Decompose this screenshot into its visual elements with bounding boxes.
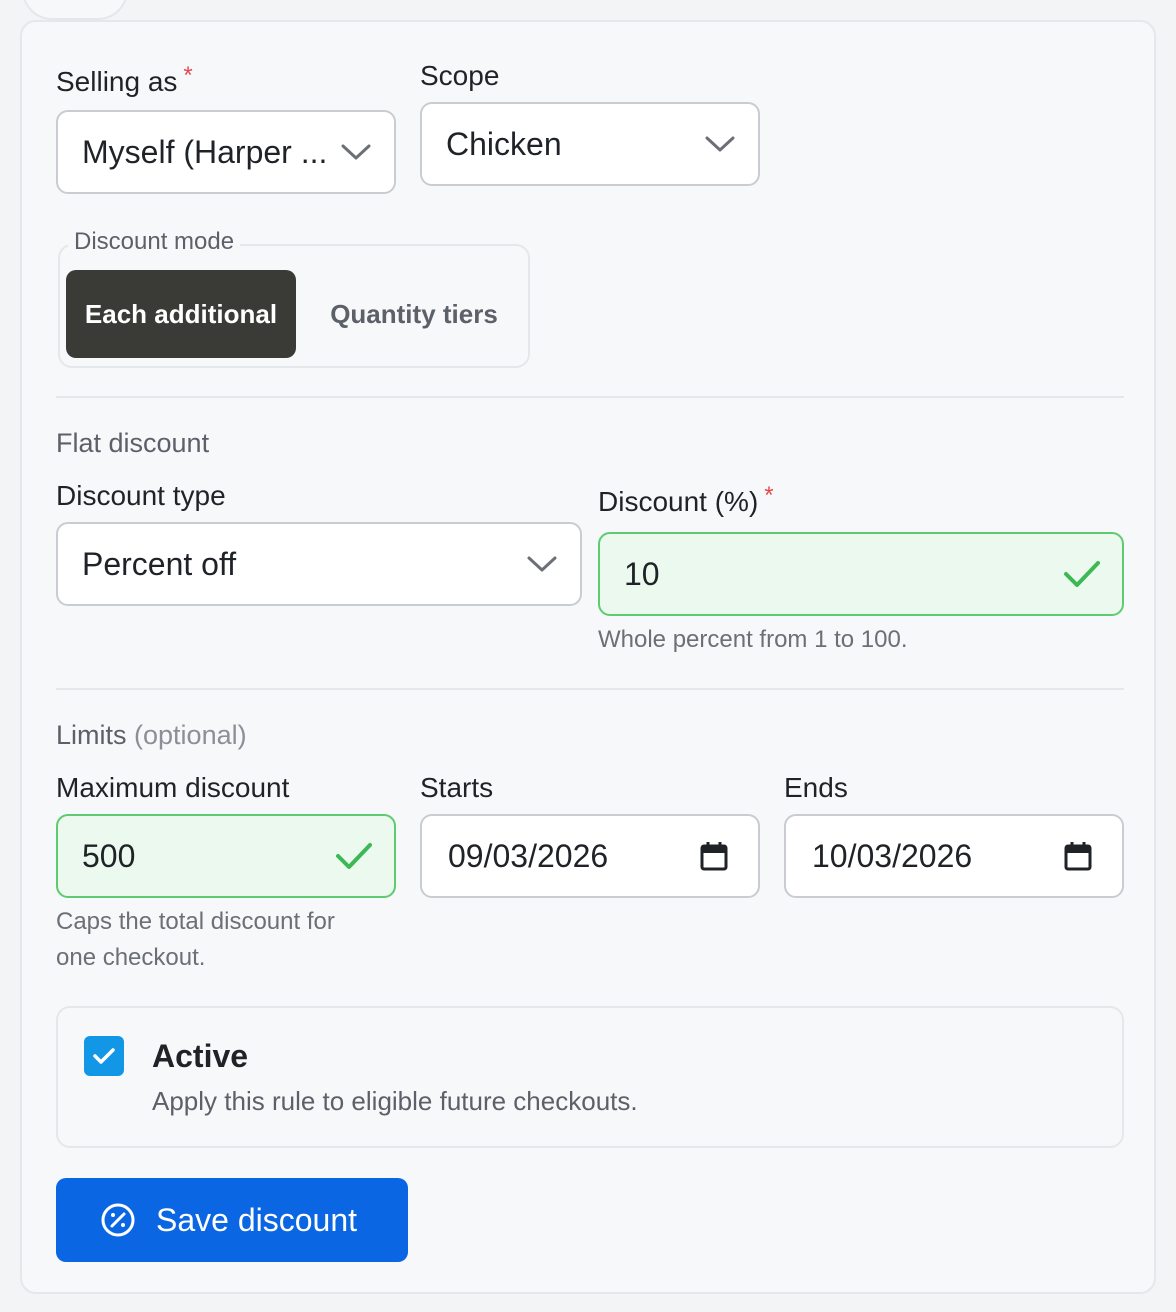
active-checkbox[interactable] (84, 1036, 124, 1076)
scope-label: Scope (420, 60, 500, 91)
ends-date-value: 10/03/2026 (812, 837, 973, 874)
ends-label: Ends (784, 772, 848, 803)
limits-title: Limits (optional) (56, 720, 247, 751)
maximum-discount-label: Maximum discount (56, 772, 290, 803)
discount-percent-label: Discount (%) * (598, 482, 774, 518)
required-mark: * (764, 482, 774, 509)
required-mark: * (183, 62, 193, 89)
calendar-icon[interactable] (1064, 841, 1092, 871)
valid-check-icon (1064, 561, 1100, 587)
active-description: Apply this rule to eligible future check… (152, 1086, 638, 1116)
selling-as-label-text: Selling as (56, 66, 178, 97)
checkmark-icon (93, 1048, 115, 1064)
discount-form-card: Selling as * Myself (Harper ... Scope Chi… (20, 20, 1156, 1294)
active-title[interactable]: Active (152, 1038, 248, 1075)
valid-check-icon (336, 843, 372, 869)
discount-mode-legend: Discount mode (68, 228, 241, 256)
discount-type-label: Discount type (56, 480, 226, 511)
percent-badge-icon (101, 1203, 135, 1237)
discount-type-value: Percent off (82, 545, 237, 582)
flat-discount-title: Flat discount (56, 428, 210, 458)
chevron-down-icon (527, 556, 557, 572)
divider (56, 688, 1124, 690)
discount-percent-input[interactable]: 10 (598, 532, 1124, 616)
maximum-discount-value: 500 (82, 837, 136, 874)
scope-value: Chicken (446, 125, 562, 162)
starts-label: Starts (420, 772, 494, 803)
save-discount-button[interactable]: Save discount (56, 1178, 408, 1262)
starts-date-value: 09/03/2026 (448, 837, 609, 874)
selling-as-select[interactable]: Myself (Harper ... (56, 110, 396, 194)
discount-percent-hint: Whole percent from 1 to 100. (598, 626, 908, 653)
scope-select[interactable]: Chicken (420, 102, 760, 186)
starts-date-input[interactable]: 09/03/2026 (420, 814, 760, 898)
ends-date-input[interactable]: 10/03/2026 (784, 814, 1124, 898)
previous-section-tab (22, 0, 128, 20)
calendar-icon[interactable] (700, 841, 728, 871)
chevron-down-icon (341, 144, 371, 160)
limits-optional-text: (optional) (134, 720, 247, 750)
chevron-down-icon (705, 136, 735, 152)
limits-title-text: Limits (56, 720, 127, 750)
discount-percent-label-text: Discount (%) (598, 486, 759, 517)
save-discount-label: Save discount (156, 1201, 358, 1238)
active-toggle-box: Active Apply this rule to eligible futur… (56, 1006, 1124, 1148)
discount-type-select[interactable]: Percent off (56, 522, 582, 606)
mode-each-additional-button[interactable]: Each additional (66, 270, 296, 358)
mode-quantity-tiers-button[interactable]: Quantity tiers (308, 270, 520, 358)
selling-as-value: Myself (Harper ... (82, 133, 328, 170)
maximum-discount-hint: Caps the total discount for one checkout… (56, 908, 335, 971)
divider (56, 396, 1124, 398)
maximum-discount-input[interactable]: 500 (56, 814, 396, 898)
discount-percent-value: 10 (624, 555, 660, 592)
selling-as-label: Selling as * (56, 62, 193, 98)
